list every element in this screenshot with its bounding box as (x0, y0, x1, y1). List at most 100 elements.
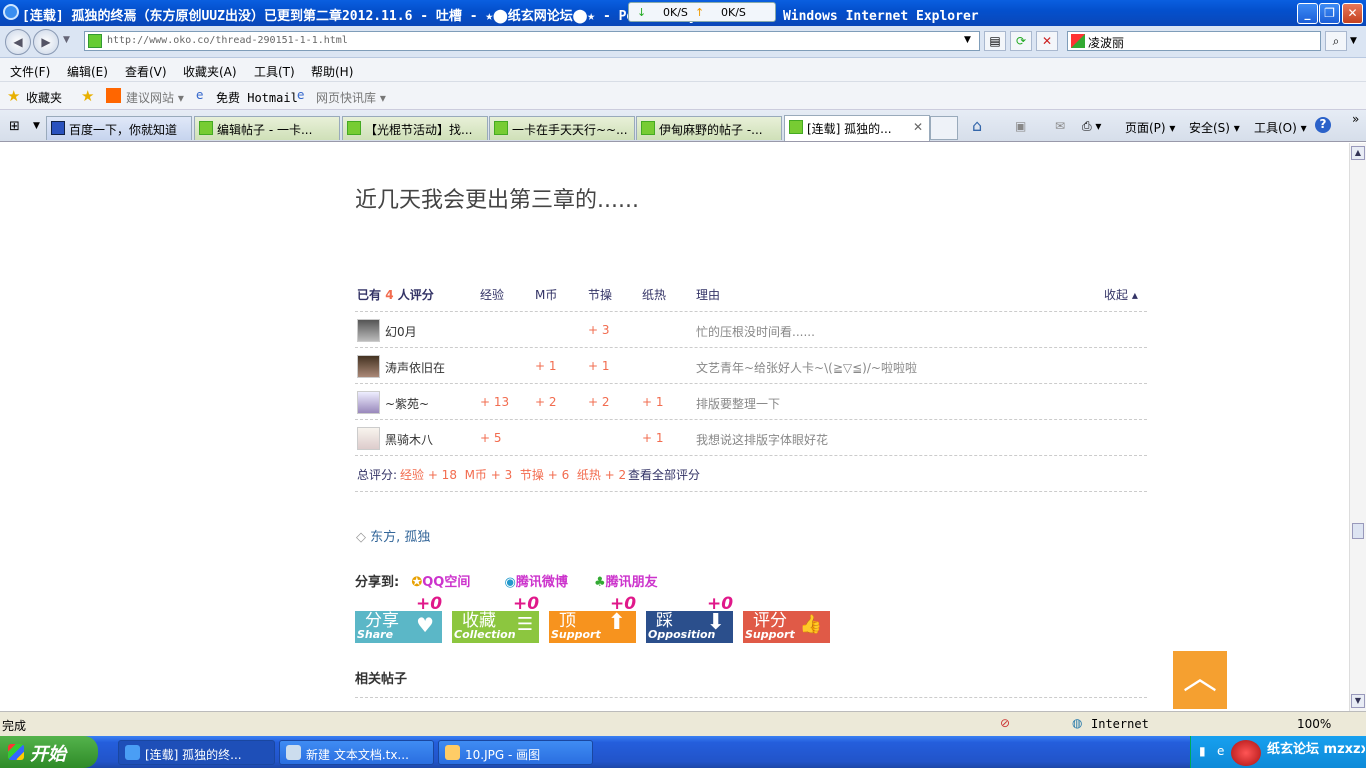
chevron-more-icon[interactable]: » (1352, 112, 1359, 126)
menu-view[interactable]: 查看(V) (125, 63, 167, 80)
scroll-up-icon[interactable]: ▲ (1351, 146, 1365, 160)
oppose-en: Opposition (648, 628, 716, 641)
tab-user-posts[interactable]: 伊甸麻野的帖子 -... (636, 116, 782, 140)
search-input[interactable]: 凌波丽 (1067, 31, 1321, 51)
search-options-icon[interactable]: ▼ (1350, 36, 1357, 46)
avatar[interactable] (357, 427, 380, 450)
tab-card-daily[interactable]: 一卡在手天天行~~... (489, 116, 635, 140)
forum-logo-icon (1231, 740, 1261, 766)
tab-bar: ⊞ ▼ 百度一下，你就知道 编辑帖子 - 一卡... 【光棍节活动】找... 一… (0, 110, 1366, 142)
taskbar-item-notepad[interactable]: 新建 文本文档.tx... (279, 740, 434, 765)
close-tab-icon[interactable]: ✕ (913, 120, 923, 134)
share-button[interactable]: 分享 Share ♥ (355, 611, 442, 643)
address-dropdown-icon[interactable]: ▼ (964, 35, 971, 45)
search-icon[interactable]: ⌕ (1325, 31, 1347, 51)
site-favicon-icon (199, 121, 213, 135)
close-window-button[interactable]: ✕ (1342, 3, 1363, 24)
back-to-top-button[interactable]: ︿ (1173, 651, 1227, 709)
avatar[interactable] (357, 319, 380, 342)
rating-header: 已有 4 人评分 经验 M币 节操 纸热 理由 收起 ▴ (355, 282, 1147, 312)
address-input[interactable]: http://www.oko.co/thread-290151-1-1.html (84, 31, 980, 51)
maximize-button[interactable]: ❐ (1319, 3, 1340, 24)
avatar[interactable] (357, 355, 380, 378)
minimize-button[interactable]: _ (1297, 3, 1318, 24)
zoom-level[interactable]: 100% (1297, 717, 1331, 731)
address-toolbar: ◀ ▶ ▼ http://www.oko.co/thread-290151-1-… (0, 26, 1366, 58)
rater-name[interactable]: 幻0月 (385, 323, 417, 340)
tab-baidu[interactable]: 百度一下，你就知道 (46, 116, 192, 140)
home-icon[interactable]: ⌂ (972, 116, 982, 135)
back-button[interactable]: ◀ (5, 29, 31, 55)
tab-edit-post[interactable]: 编辑帖子 - 一卡... (194, 116, 340, 140)
hotmail-link[interactable]: 免费 Hotmail (216, 89, 298, 106)
rss-icon[interactable]: ▣ (1015, 119, 1026, 133)
avatar[interactable] (357, 391, 380, 414)
suggest-icon (106, 88, 121, 103)
favorites-bar: ★ 收藏夹 ★ 建议网站 ▾ e 免费 Hotmail e 网页快讯库 ▾ (0, 82, 1366, 110)
menu-tools[interactable]: 工具(T) (254, 63, 295, 80)
oppose-button[interactable]: 踩 Opposition ⬇ (646, 611, 733, 643)
watermark: 纸玄论坛 mzxzx.com (1267, 742, 1365, 757)
history-dropdown-icon[interactable]: ▼ (63, 35, 70, 45)
start-button[interactable]: 开始 (0, 736, 98, 768)
safety-menu[interactable]: 安全(S) ▾ (1189, 119, 1240, 136)
tab-list-icon[interactable]: ▼ (33, 121, 40, 131)
star-icon: ★ (7, 87, 21, 105)
forward-button[interactable]: ▶ (33, 29, 59, 55)
menu-edit[interactable]: 编辑(E) (67, 63, 108, 80)
scroll-thumb[interactable] (1352, 523, 1364, 539)
tray-ie-icon[interactable]: e (1217, 744, 1224, 758)
blocked-icon[interactable]: ⊘ (1000, 716, 1010, 730)
scroll-down-icon[interactable]: ▼ (1351, 694, 1365, 708)
tab-label: [连载] 孤独的... (807, 122, 892, 136)
share-label: 分享到: (355, 575, 400, 590)
rater-name[interactable]: 涛声依旧在 (385, 359, 445, 376)
mail-icon[interactable]: ✉ (1055, 119, 1065, 133)
collapse-link[interactable]: 收起 ▴ (1104, 286, 1138, 303)
tab-current[interactable]: [连载] 孤独的... ✕ (784, 115, 930, 141)
support-button[interactable]: 顶 Support ⬆ (549, 611, 636, 643)
tag-links[interactable]: 东方, 孤独 (370, 530, 430, 545)
help-icon[interactable]: ? (1315, 117, 1331, 133)
refresh-icon[interactable]: ⟳ (1010, 31, 1032, 51)
rater-name[interactable]: 黑骑木八 (385, 431, 433, 448)
tray-icon[interactable]: ▮ (1199, 744, 1206, 758)
site-favicon-icon (641, 121, 655, 135)
page-menu[interactable]: 页面(P) ▾ (1125, 119, 1175, 136)
collect-button[interactable]: 收藏 Collection ☰ (452, 611, 539, 643)
taskbar-item-paint[interactable]: 10.JPG - 画图 (438, 740, 593, 765)
stop-icon[interactable]: ✕ (1036, 31, 1058, 51)
add-favorite-icon[interactable]: ★ (81, 87, 94, 105)
web-slices-link[interactable]: 网页快讯库 ▾ (316, 89, 386, 106)
vertical-scrollbar[interactable]: ▲ ▼ (1349, 143, 1366, 711)
arrow-up-icon: ⬆ (607, 610, 626, 635)
taskbar-item-ie[interactable]: [连载] 孤独的终... (118, 740, 275, 765)
tab-label: 【光棍节活动】找... (365, 123, 473, 137)
menu-help[interactable]: 帮助(H) (311, 63, 353, 80)
rate-button[interactable]: 评分 Support 👍 (743, 611, 830, 643)
view-all-ratings-link[interactable]: 查看全部评分 (628, 466, 700, 483)
suggested-sites-link[interactable]: 建议网站 ▾ (126, 89, 184, 106)
quick-tabs-icon[interactable]: ⊞ (9, 119, 20, 134)
tab-singles-event[interactable]: 【光棍节活动】找... (342, 116, 488, 140)
print-icon[interactable]: ⎙ ▾ (1082, 119, 1101, 134)
url-text: http://www.oko.co/thread-290151-1-1.html (107, 35, 348, 46)
status-bar: 完成 ⊘ ◍ Internet 100% (0, 711, 1366, 736)
tag-icon: ◇ (356, 530, 371, 545)
hot-value: + 1 (642, 431, 664, 445)
compat-view-icon[interactable]: ▤ (984, 31, 1006, 51)
thumbs-up-icon: 👍 (799, 614, 822, 635)
rater-name[interactable]: ~紫苑~ (385, 395, 429, 412)
share-weibo[interactable]: 腾讯微博 (516, 575, 568, 590)
menu-file[interactable]: 文件(F) (10, 63, 50, 80)
favorites-button[interactable]: 收藏夹 (26, 89, 62, 106)
status-text: 完成 (2, 719, 27, 733)
new-tab-button[interactable] (930, 116, 958, 140)
share-qzone[interactable]: QQ空间 (422, 575, 470, 590)
paint-icon (445, 745, 460, 760)
menu-favorites[interactable]: 收藏夹(A) (183, 63, 237, 80)
tools-menu[interactable]: 工具(O) ▾ (1254, 119, 1307, 136)
reason-text: 忙的压根没时间看...... (696, 325, 815, 339)
coin-value: + 2 (535, 395, 557, 409)
share-pengyou[interactable]: 腾讯朋友 (606, 575, 658, 590)
